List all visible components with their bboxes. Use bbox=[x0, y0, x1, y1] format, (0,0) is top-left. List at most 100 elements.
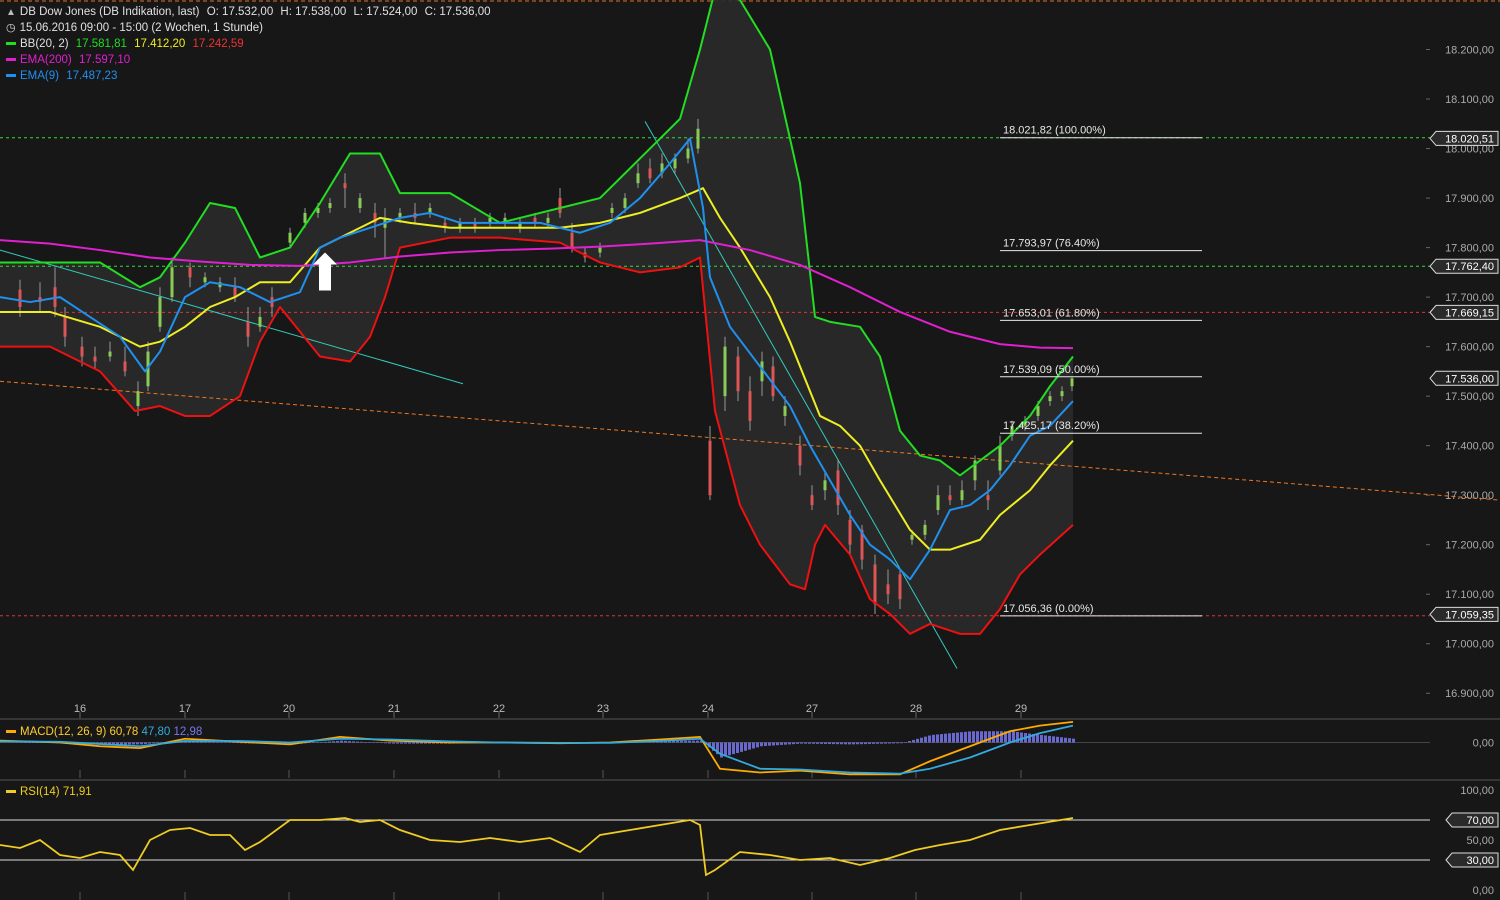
y-tick-label: 17.400,00 bbox=[1445, 441, 1494, 453]
macd-histogram-bar bbox=[1056, 736, 1059, 743]
bb-upper-value: 17.581,81 bbox=[75, 38, 127, 50]
price-tag-label: 17.669,15 bbox=[1445, 307, 1494, 319]
macd-histogram-bar bbox=[940, 734, 943, 743]
macd-histogram-bar bbox=[136, 742, 139, 745]
rsi-y-label: 70,00 bbox=[1466, 815, 1494, 827]
macd-histogram-bar bbox=[976, 731, 979, 743]
legend-bb[interactable]: BB(20, 2) 17.581,81 17.412,20 17.242,59 bbox=[6, 36, 248, 52]
y-tick-label: 17.000,00 bbox=[1445, 639, 1494, 651]
macd-histogram-bar bbox=[416, 742, 419, 744]
macd-histogram-bar bbox=[684, 740, 687, 743]
candle-body bbox=[723, 346, 727, 397]
candle-body bbox=[936, 495, 940, 511]
candle-body bbox=[136, 391, 140, 407]
macd-histogram-bar bbox=[828, 742, 831, 745]
rsi-value: 71,91 bbox=[62, 786, 92, 798]
instrument-name: DB Dow Jones (DB Indikation, last) bbox=[19, 6, 200, 18]
macd-histogram-bar bbox=[1072, 738, 1075, 743]
macd-histogram-bar bbox=[332, 741, 335, 743]
x-tick-label: 28 bbox=[910, 703, 922, 715]
macd-histogram-bar bbox=[744, 742, 747, 751]
candle-body bbox=[1070, 378, 1074, 387]
macd-histogram-bar bbox=[676, 740, 679, 743]
macd-histogram-bar bbox=[800, 742, 803, 744]
x-tick-label: 24 bbox=[702, 703, 714, 715]
macd-histogram-bar bbox=[856, 742, 859, 745]
macd-hist-value: 12,98 bbox=[173, 726, 203, 738]
macd-histogram-bar bbox=[348, 741, 351, 743]
macd-histogram-bar bbox=[844, 742, 847, 745]
macd-histogram-bar bbox=[812, 742, 815, 744]
rsi-title[interactable]: RSI(14) 71,91 bbox=[6, 786, 92, 798]
macd-histogram-bar bbox=[380, 742, 383, 744]
macd-histogram-bar bbox=[900, 742, 903, 744]
candle-body bbox=[108, 351, 112, 357]
rsi-series-line bbox=[0, 817, 1074, 877]
candle-body bbox=[203, 277, 207, 283]
macd-histogram-bar bbox=[756, 742, 759, 748]
macd-histogram-bar bbox=[896, 742, 899, 744]
chart-canvas[interactable]: 16 17 20 21 22 23 24 27 28 29 16.900,00 17.000,00 17… bbox=[0, 0, 1500, 900]
macd-histogram-bar bbox=[360, 741, 363, 743]
fib-level-label: 17.653,01 (61.80%) bbox=[1003, 307, 1100, 319]
macd-histogram-bar bbox=[820, 742, 823, 744]
bb-swatch bbox=[6, 42, 16, 46]
macd-histogram-bar bbox=[832, 742, 835, 745]
macd-histogram-bar bbox=[920, 737, 923, 743]
ema200-label: EMA(200) bbox=[20, 54, 72, 66]
macd-histogram-bar bbox=[408, 742, 411, 744]
candle-body bbox=[570, 232, 574, 248]
macd-histogram-bar bbox=[816, 742, 819, 744]
macd-histogram-bar bbox=[824, 742, 827, 744]
macd-histogram-bar bbox=[316, 742, 319, 743]
candle-body bbox=[823, 480, 827, 491]
macd-histogram-bar bbox=[968, 731, 971, 743]
macd-title[interactable]: MACD(12, 26, 9) 60,78 47,80 12,98 bbox=[6, 726, 202, 738]
macd-histogram-bar bbox=[788, 742, 791, 745]
ohlc-close: C: 17.536,00 bbox=[424, 6, 491, 18]
legend-ema9[interactable]: EMA(9) 17.487,23 bbox=[6, 68, 121, 84]
macd-histogram-bar bbox=[1064, 737, 1067, 743]
legend-ema200[interactable]: EMA(200) 17.597,10 bbox=[6, 52, 134, 68]
candle-body bbox=[546, 217, 550, 223]
macd-histogram-bar bbox=[732, 742, 735, 755]
candle-body bbox=[948, 495, 952, 501]
candle-body bbox=[246, 321, 250, 337]
candle-body bbox=[736, 356, 740, 392]
rsi-y-label: 100,00 bbox=[1460, 785, 1494, 797]
price-tag-label: 18.020,51 bbox=[1445, 133, 1494, 145]
candle-body bbox=[986, 495, 990, 501]
macd-histogram-bar bbox=[924, 736, 927, 743]
macd-histogram-bar bbox=[224, 742, 227, 743]
macd-histogram-bar bbox=[748, 742, 751, 750]
rsi-y-label: 50,00 bbox=[1466, 835, 1494, 847]
candle-body bbox=[848, 519, 852, 545]
macd-histogram-bar bbox=[396, 742, 399, 744]
macd-histogram-bar bbox=[364, 742, 367, 743]
macd-histogram-bar bbox=[848, 742, 851, 745]
x-tick-label: 17 bbox=[179, 703, 191, 715]
macd-histogram-bar bbox=[312, 742, 315, 743]
macd-histogram-bar bbox=[688, 740, 691, 743]
ohlc-open: O: 17.532,00 bbox=[206, 6, 274, 18]
macd-histogram-bar bbox=[764, 742, 767, 746]
y-tick-label: 16.900,00 bbox=[1445, 688, 1494, 700]
candle-body bbox=[123, 361, 127, 372]
macd-histogram-bar bbox=[680, 740, 683, 743]
macd-histogram-bar bbox=[840, 742, 843, 745]
macd-histogram-bar bbox=[760, 742, 763, 747]
period-header: ◷ 15.06.2016 09:00 - 15:00 (2 Wochen, 1 S… bbox=[6, 20, 267, 36]
macd-histogram-bar bbox=[736, 742, 739, 753]
candle-body bbox=[170, 267, 174, 298]
x-tick-label: 21 bbox=[388, 703, 400, 715]
macd-histogram-bar bbox=[236, 742, 239, 744]
macd-histogram-bar bbox=[1000, 731, 1003, 743]
rsi-y-label: 30,00 bbox=[1466, 855, 1494, 867]
macd-histogram-bar bbox=[792, 742, 795, 745]
candle-body bbox=[648, 168, 652, 179]
macd-histogram-bar bbox=[420, 742, 423, 744]
macd-histogram-bar bbox=[376, 742, 379, 743]
macd-histogram-bar bbox=[864, 742, 867, 745]
candle-body bbox=[708, 440, 712, 496]
macd-value: 60,78 bbox=[109, 726, 139, 738]
